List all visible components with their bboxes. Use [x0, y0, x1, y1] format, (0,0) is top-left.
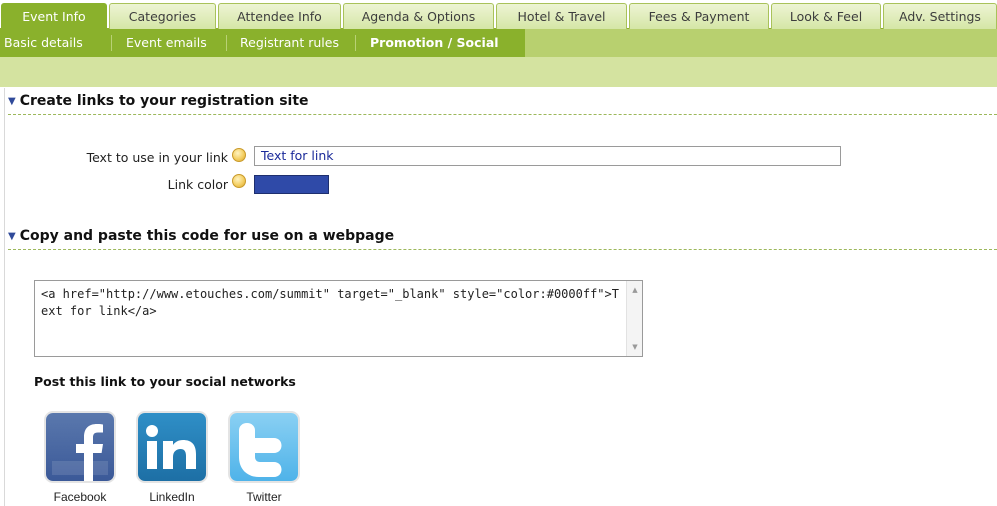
facebook-share[interactable]: Facebook: [44, 413, 116, 504]
subtab-divider: [111, 35, 112, 51]
sub-tab-bar: Basic details Event emails Registrant ru…: [0, 29, 997, 57]
subtab-divider: [226, 35, 227, 51]
collapse-triangle-icon[interactable]: ▼: [8, 96, 16, 107]
tab-agenda-options[interactable]: Agenda & Options: [343, 3, 494, 29]
subtab-promotion-social[interactable]: Promotion / Social: [370, 29, 499, 57]
link-text-label: Text to use in your link: [86, 150, 228, 165]
main-tab-bar: Event Info Categories Attendee Info Agen…: [0, 0, 997, 29]
create-links-heading: Create links to your registration site: [19, 93, 309, 109]
help-icon[interactable]: [232, 148, 246, 162]
content-left-border: [4, 88, 5, 506]
tab-categories[interactable]: Categories: [109, 3, 216, 29]
link-color-label: Link color: [167, 177, 228, 192]
facebook-label: Facebook: [53, 490, 107, 504]
subtab-basic-details[interactable]: Basic details: [4, 29, 83, 57]
collapse-triangle-icon[interactable]: ▼: [8, 231, 16, 242]
subtab-divider: [355, 35, 356, 51]
twitter-share[interactable]: Twitter: [228, 413, 300, 504]
subtab-registrant-rules[interactable]: Registrant rules: [240, 29, 339, 57]
tab-fees-payment[interactable]: Fees & Payment: [629, 3, 769, 29]
tab-look-feel[interactable]: Look & Feel: [771, 3, 881, 29]
linkedin-share[interactable]: LinkedIn: [136, 413, 208, 504]
link-color-picker[interactable]: [254, 175, 329, 194]
linkedin-icon[interactable]: [138, 413, 206, 481]
scroll-down-icon[interactable]: ▼: [627, 340, 643, 354]
help-icon[interactable]: [232, 174, 246, 188]
tab-event-info[interactable]: Event Info: [1, 3, 107, 29]
tab-adv-settings[interactable]: Adv. Settings: [883, 3, 997, 29]
scroll-up-icon[interactable]: ▲: [627, 283, 643, 297]
tab-attendee-info[interactable]: Attendee Info: [218, 3, 341, 29]
embed-code-text: <a href="http://www.etouches.com/summit"…: [41, 287, 619, 318]
social-post-heading: Post this link to your social networks: [34, 374, 296, 389]
textarea-scrollbar[interactable]: ▲ ▼: [626, 281, 642, 356]
linkedin-label: LinkedIn: [149, 490, 195, 504]
link-text-input[interactable]: Text for link: [254, 146, 841, 166]
copy-code-heading: Copy and paste this code for use on a we…: [19, 228, 395, 244]
embed-code-textarea[interactable]: <a href="http://www.etouches.com/summit"…: [34, 280, 643, 357]
tab-hotel-travel[interactable]: Hotel & Travel: [496, 3, 627, 29]
toolbar-band: [0, 57, 997, 87]
create-links-section-header[interactable]: ▼ Create links to your registration site: [8, 93, 997, 115]
subtab-event-emails[interactable]: Event emails: [126, 29, 207, 57]
twitter-label: Twitter: [246, 490, 282, 504]
twitter-icon[interactable]: [230, 413, 298, 481]
copy-code-section-header[interactable]: ▼ Copy and paste this code for use on a w…: [8, 228, 997, 250]
facebook-icon[interactable]: [46, 413, 114, 481]
